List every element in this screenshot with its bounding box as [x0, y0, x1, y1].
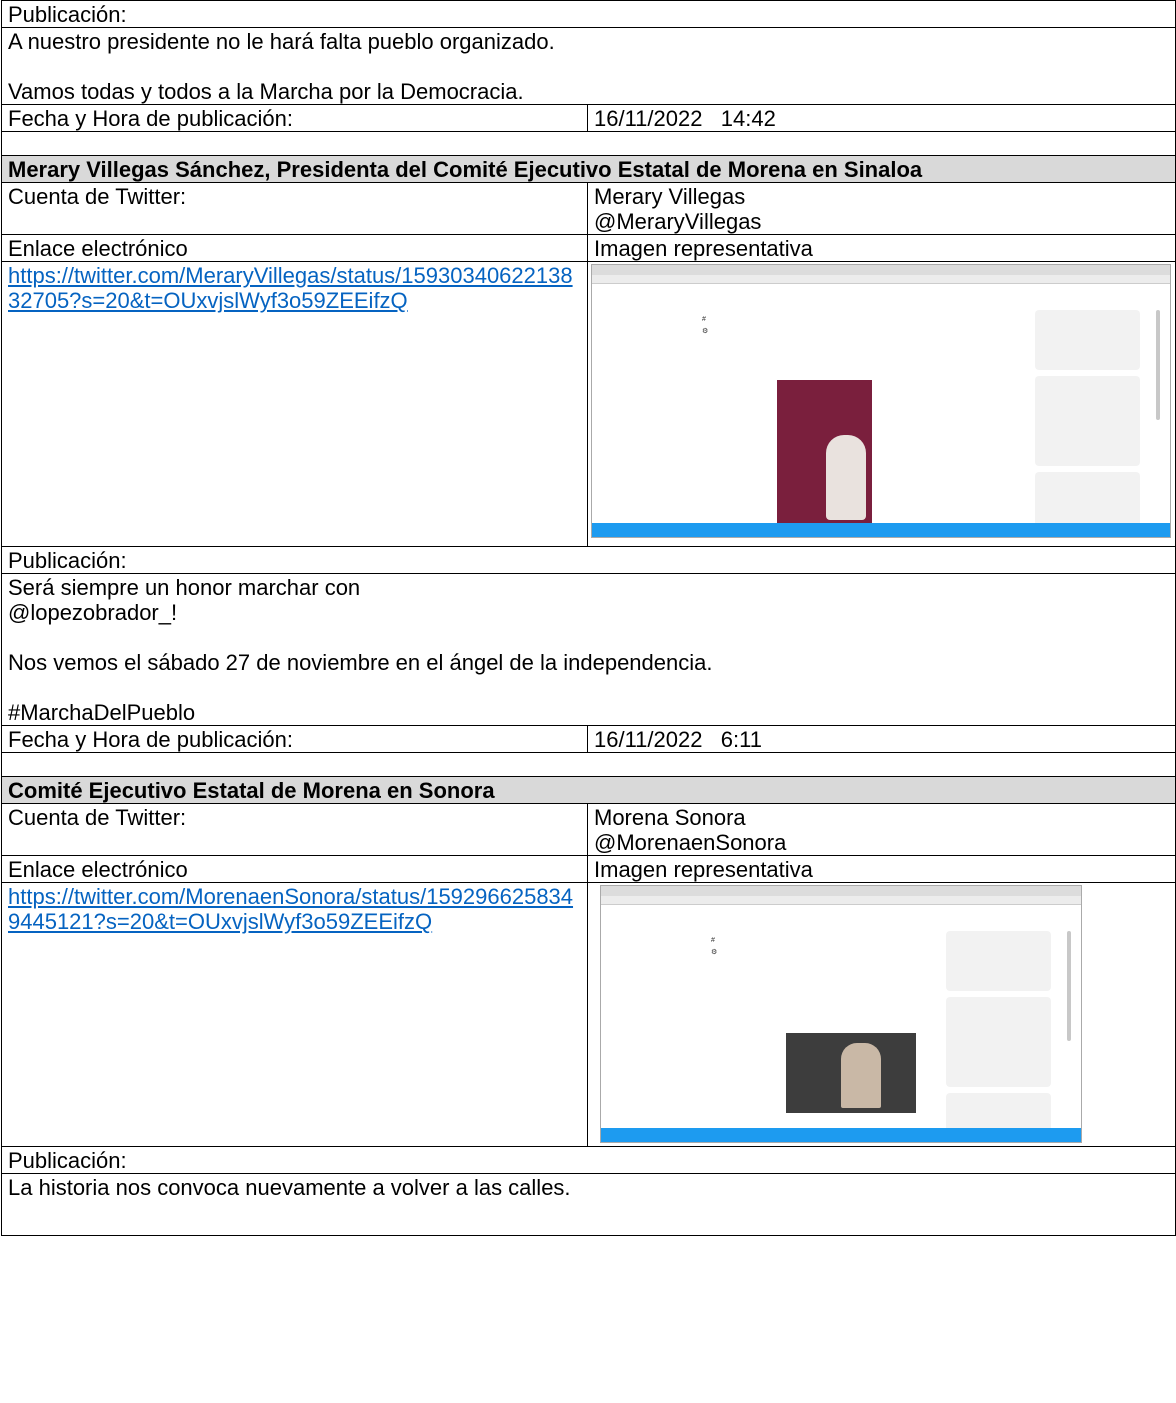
- tweet-screenshot: # ⚙: [591, 264, 1171, 538]
- date-value: 16/11/2022 6:11: [586, 725, 1176, 753]
- video-thumbnail-image: [786, 1033, 916, 1113]
- publication-line: [8, 54, 1169, 79]
- tweet-link[interactable]: https://twitter.com/MeraryVillegas/statu…: [8, 263, 573, 313]
- account-handle: @MorenaenSonora: [594, 830, 787, 855]
- publication-text: A nuestro presidente no le hará falta pu…: [0, 27, 1176, 105]
- publication-text: La historia nos convoca nuevamente a vol…: [0, 1173, 1176, 1236]
- image-label: Imagen representativa: [586, 234, 1176, 262]
- publications-table: Publicación: A nuestro presidente no le …: [0, 0, 1176, 1236]
- account-name: Merary Villegas: [594, 184, 746, 209]
- publication-line: Nos vemos el sábado 27 de noviembre en e…: [8, 650, 713, 675]
- account-handle: @MeraryVillegas: [594, 209, 762, 234]
- link-label: Enlace electrónico: [1, 855, 588, 883]
- spacer-row: [0, 752, 1176, 777]
- spacer-row: [0, 131, 1176, 156]
- link-label: Enlace electrónico: [1, 234, 588, 262]
- account-cell: Morena Sonora @MorenaenSonora: [586, 803, 1176, 856]
- image-label: Imagen representativa: [586, 855, 1176, 883]
- publication-text: Será siempre un honor marchar con @lopez…: [0, 573, 1176, 726]
- publication-line: @lopezobrador_!: [8, 600, 178, 625]
- account-label: Cuenta de Twitter:: [1, 182, 588, 235]
- publication-line: [8, 625, 1169, 650]
- date-label: Fecha y Hora de publicación:: [1, 104, 588, 132]
- publication-label: Publicación:: [0, 546, 1176, 574]
- account-label: Cuenta de Twitter:: [1, 803, 588, 856]
- tweet-screenshot: # ⚙: [600, 885, 1082, 1143]
- entry-header: Comité Ejecutivo Estatal de Morena en So…: [0, 776, 1176, 804]
- publication-label: Publicación:: [0, 1146, 1176, 1174]
- entry-header: Merary Villegas Sánchez, Presidenta del …: [0, 155, 1176, 183]
- event-poster-image: [777, 380, 872, 530]
- date-label: Fecha y Hora de publicación:: [1, 725, 588, 753]
- publication-line: A nuestro presidente no le hará falta pu…: [8, 29, 555, 54]
- publication-line: Vamos todas y todos a la Marcha por la D…: [8, 79, 524, 104]
- publication-line: La historia nos convoca nuevamente a vol…: [8, 1175, 571, 1200]
- account-name: Morena Sonora: [594, 805, 746, 830]
- publication-label: Publicación:: [0, 0, 1176, 28]
- publication-line: #MarchaDelPueblo: [8, 700, 196, 725]
- date-value: 16/11/2022 14:42: [586, 104, 1176, 132]
- publication-line: [8, 675, 1169, 700]
- account-cell: Merary Villegas @MeraryVillegas: [586, 182, 1176, 235]
- tweet-link[interactable]: https://twitter.com/MorenaenSonora/statu…: [8, 884, 573, 934]
- publication-line: Será siempre un honor marchar con: [8, 575, 361, 600]
